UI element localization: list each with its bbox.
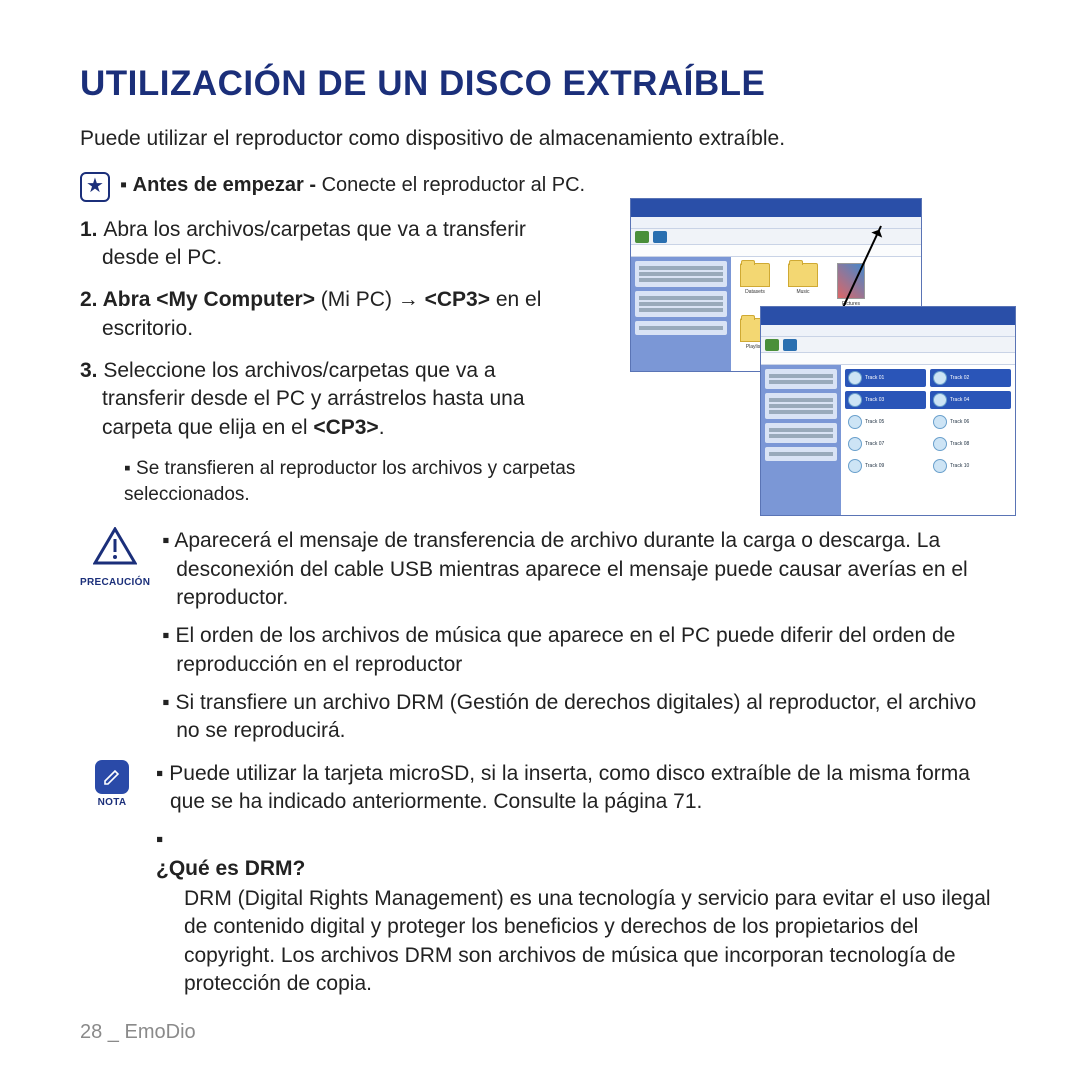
note-list: Puede utilizar la tarjeta microSD, si la… bbox=[156, 760, 1000, 1009]
window-explorer-2: Track 01 Track 02 Track 03 Track 04 Trac… bbox=[760, 306, 1016, 516]
before-start-text: ▪ Antes de empezar - Conecte el reproduc… bbox=[120, 172, 585, 199]
note-callout: NOTA Puede utilizar la tarjeta microSD, … bbox=[80, 760, 1000, 1009]
caution-callout: PRECAUCIÓN Aparecerá el mensaje de trans… bbox=[80, 527, 1000, 755]
caution-list: Aparecerá el mensaje de transferencia de… bbox=[162, 527, 1000, 755]
drm-question: ¿Qué es DRM? bbox=[170, 855, 1000, 883]
caution-label: PRECAUCIÓN bbox=[80, 576, 150, 590]
caution-triangle-icon bbox=[93, 547, 137, 570]
note-label: NOTA bbox=[80, 796, 144, 810]
drm-answer: DRM (Digital Rights Management) es una t… bbox=[170, 885, 1000, 998]
step-2: 2. Abra <My Computer> (Mi PC) → <CP3> en… bbox=[80, 286, 575, 343]
steps-list: 1. Abra los archivos/carpetas que va a t… bbox=[80, 216, 575, 442]
step-1: 1. Abra los archivos/carpetas que va a t… bbox=[80, 216, 575, 273]
step-3: 3. Seleccione los archivos/carpetas que … bbox=[80, 357, 575, 442]
note-pencil-icon bbox=[95, 760, 129, 794]
page-footer: 28 _ EmoDio bbox=[80, 1019, 196, 1046]
page-title: UTILIZACIÓN DE UN DISCO EXTRAÍBLE bbox=[80, 60, 1000, 107]
star-icon: ★ bbox=[80, 172, 110, 202]
screenshot-illustration: Datasets Music Pictures Playlists bbox=[630, 198, 1010, 538]
step-sub-bullet: Se transfieren al reproductor los archiv… bbox=[80, 456, 680, 507]
intro-text: Puede utilizar el reproductor como dispo… bbox=[80, 125, 1000, 153]
